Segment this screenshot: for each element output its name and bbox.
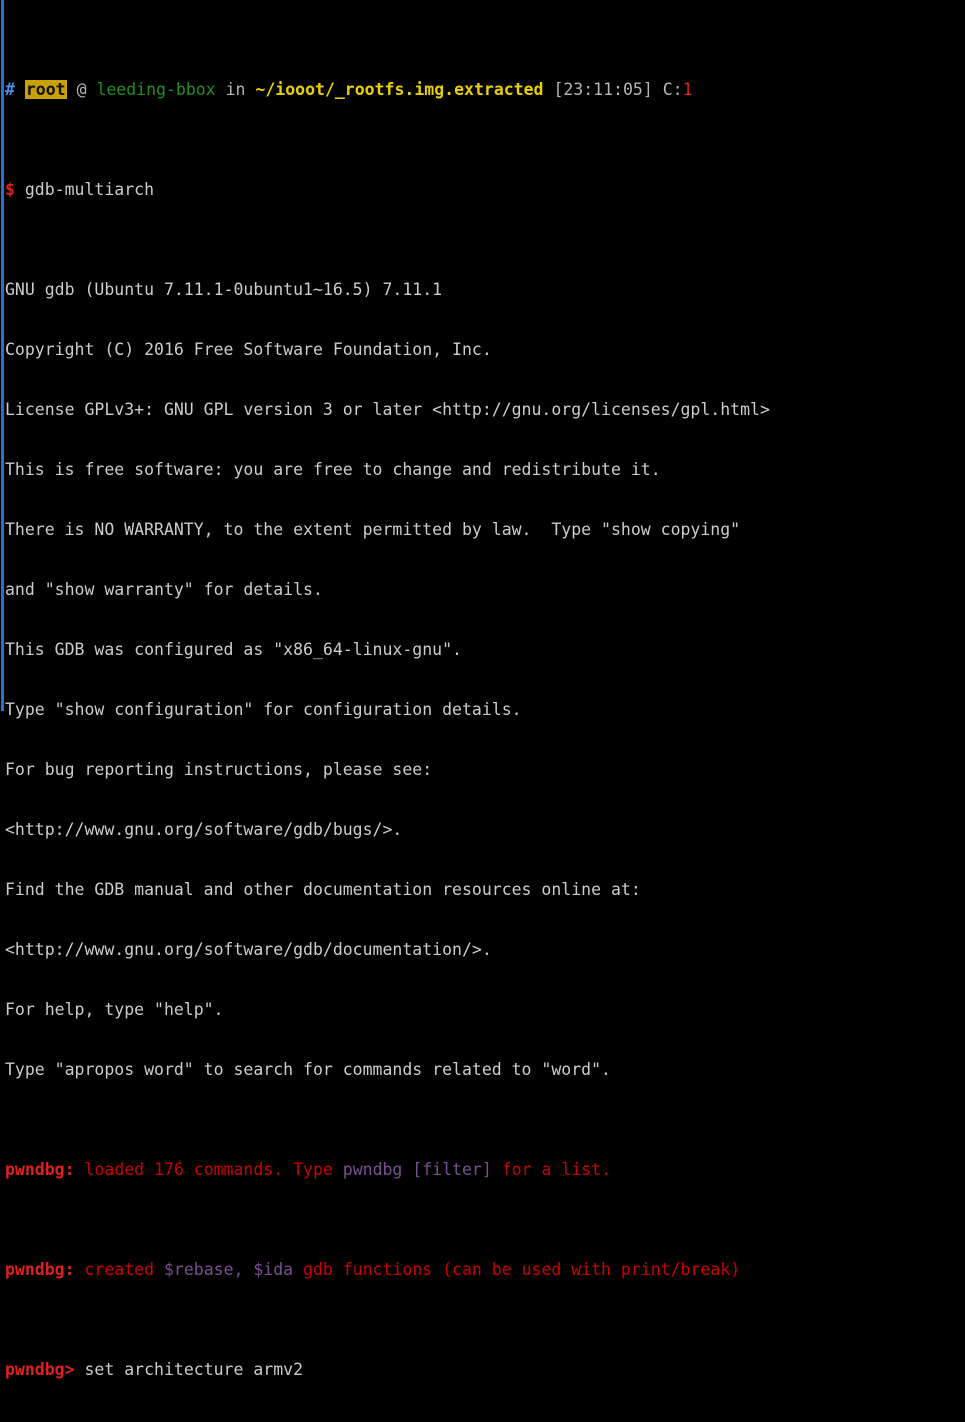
prompt-in-label: in (225, 80, 246, 99)
prompt-user: root (24, 80, 67, 99)
pwndbg-created-vars: $rebase, $ida (163, 1260, 294, 1279)
pwndbg-tag: pwndbg: (5, 1160, 75, 1179)
pwndbg-created-text-a: created (84, 1260, 164, 1279)
pwndbg-prompt-1: pwndbg> (5, 1360, 75, 1379)
terminal-window[interactable]: # root @ leeding-bbox in ~/iooot/_rootfs… (0, 0, 965, 1422)
shell-command-text: gdb-multiarch (24, 180, 155, 199)
prompt-dollar: $ (5, 180, 15, 199)
pwndbg-created-line: pwndbg: created $rebase, $ida gdb functi… (5, 1260, 965, 1280)
pwndbg-cmd-set-arch-text: set architecture armv2 (84, 1360, 304, 1379)
prompt-space2 (67, 80, 77, 99)
gdb-version-line: GNU gdb (Ubuntu 7.11.1-0ubuntu1~16.5) 7.… (5, 280, 443, 299)
shell-prompt-line: # root @ leeding-bbox in ~/iooot/_rootfs… (5, 80, 965, 100)
terminal-scrollbar[interactable] (0, 0, 4, 711)
gdb-bug-url-line: <http://www.gnu.org/software/gdb/bugs/>. (5, 820, 403, 839)
pwndbg-loaded-text-c: for a list. (491, 1160, 611, 1179)
gdb-bug-report-line: For bug reporting instructions, please s… (5, 760, 433, 779)
pwndbg-created-space (75, 1260, 85, 1279)
prompt-exit-code: 1 (682, 80, 693, 99)
cmd-space (15, 180, 25, 199)
prompt-timestamp: [23:11:05] (553, 80, 653, 99)
prompt-exit-label: C: (662, 80, 683, 99)
gdb-help-line: For help, type "help". (5, 1000, 224, 1019)
prompt-path: ~/iooot/_rootfs.img.extracted (255, 80, 544, 99)
prompt-space6 (544, 80, 554, 99)
prompt-hash: # (5, 80, 15, 99)
pwndbg-created-text-c: gdb functions (can be used with print/br… (293, 1260, 741, 1279)
prompt-space7 (653, 80, 663, 99)
gdb-arch-output-line: The target architecture is assumed to be… (5, 1420, 965, 1422)
prompt-space4 (216, 80, 226, 99)
gdb-copyright-line: Copyright (C) 2016 Free Software Foundat… (5, 340, 492, 359)
prompt-space3 (87, 80, 97, 99)
prompt-host: leeding-bbox (96, 80, 216, 99)
gdb-warranty-cont-line: and "show warranty" for details. (5, 580, 323, 599)
gdb-apropos-line: Type "apropos word" to search for comman… (5, 1060, 611, 1079)
pwndbg-loaded-space (75, 1160, 85, 1179)
gdb-free-software-line: This is free software: you are free to c… (5, 460, 661, 479)
gdb-configured-line: This GDB was configured as "x86_64-linux… (5, 640, 462, 659)
pwndbg-loaded-text-a: loaded 176 commands. Type (84, 1160, 343, 1179)
gdb-show-config-line: Type "show configuration" for configurat… (5, 700, 522, 719)
gdb-manual-line: Find the GDB manual and other documentat… (5, 880, 641, 899)
pwndbg-tag-2: pwndbg: (5, 1260, 75, 1279)
shell-command-line: $ gdb-multiarch (5, 180, 965, 200)
scrollbar-thumb[interactable] (1, 0, 4, 711)
pwndbg-loaded-line: pwndbg: loaded 176 commands. Type pwndbg… (5, 1160, 965, 1180)
arch-space (75, 1360, 85, 1379)
pwndbg-cmd-set-arch-line: pwndbg> set architecture armv2 (5, 1360, 965, 1380)
prompt-space1 (15, 80, 25, 99)
gdb-manual-url-line: <http://www.gnu.org/software/gdb/documen… (5, 940, 492, 959)
prompt-at: @ (76, 80, 87, 99)
gdb-license-line: License GPLv3+: GNU GPL version 3 or lat… (5, 400, 770, 419)
prompt-space5 (245, 80, 255, 99)
pwndbg-loaded-filter: pwndbg [filter] (342, 1160, 492, 1179)
terminal-screen[interactable]: # root @ leeding-bbox in ~/iooot/_rootfs… (5, 0, 965, 1422)
gdb-no-warranty-line: There is NO WARRANTY, to the extent perm… (5, 520, 741, 539)
